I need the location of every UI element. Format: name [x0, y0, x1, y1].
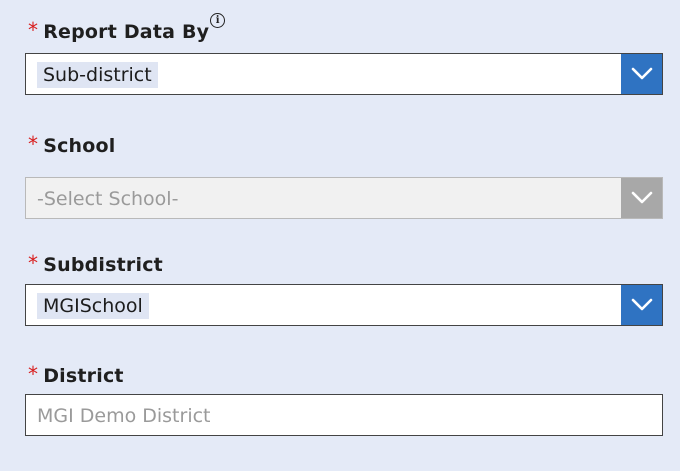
report-data-by-selected-value: Sub-district: [37, 62, 158, 88]
chevron-down-icon: [631, 67, 652, 80]
info-icon[interactable]: i: [210, 13, 226, 28]
subdistrict-label-text: Subdistrict: [43, 254, 163, 276]
report-data-by-label-text: Report Data By: [43, 21, 210, 43]
school-select[interactable]: -Select School-: [25, 177, 663, 219]
district-input-placeholder: MGI Demo District: [37, 405, 211, 427]
report-data-by-dropdown-button[interactable]: [621, 54, 662, 94]
school-label-text: School: [43, 135, 116, 157]
subdistrict-label: * Subdistrict: [28, 252, 163, 278]
district-label: * District: [28, 363, 124, 389]
report-data-by-select[interactable]: Sub-district: [25, 53, 663, 95]
chevron-down-icon: [631, 191, 652, 204]
district-input[interactable]: MGI Demo District: [25, 394, 663, 436]
report-data-by-label: * Report Data By i: [28, 13, 226, 45]
chevron-down-icon: [631, 298, 652, 311]
required-asterisk: *: [28, 18, 39, 42]
school-dropdown-button[interactable]: [621, 178, 662, 218]
school-select-placeholder: -Select School-: [37, 188, 179, 210]
district-label-text: District: [43, 365, 124, 387]
required-asterisk: *: [28, 132, 39, 156]
form-panel: * Report Data By i Sub-district * School…: [0, 0, 680, 471]
required-asterisk: *: [28, 362, 39, 386]
subdistrict-select[interactable]: MGISchool: [25, 284, 663, 326]
school-label: * School: [28, 133, 116, 159]
subdistrict-selected-value: MGISchool: [37, 293, 149, 319]
subdistrict-dropdown-button[interactable]: [621, 285, 662, 325]
required-asterisk: *: [28, 251, 39, 275]
